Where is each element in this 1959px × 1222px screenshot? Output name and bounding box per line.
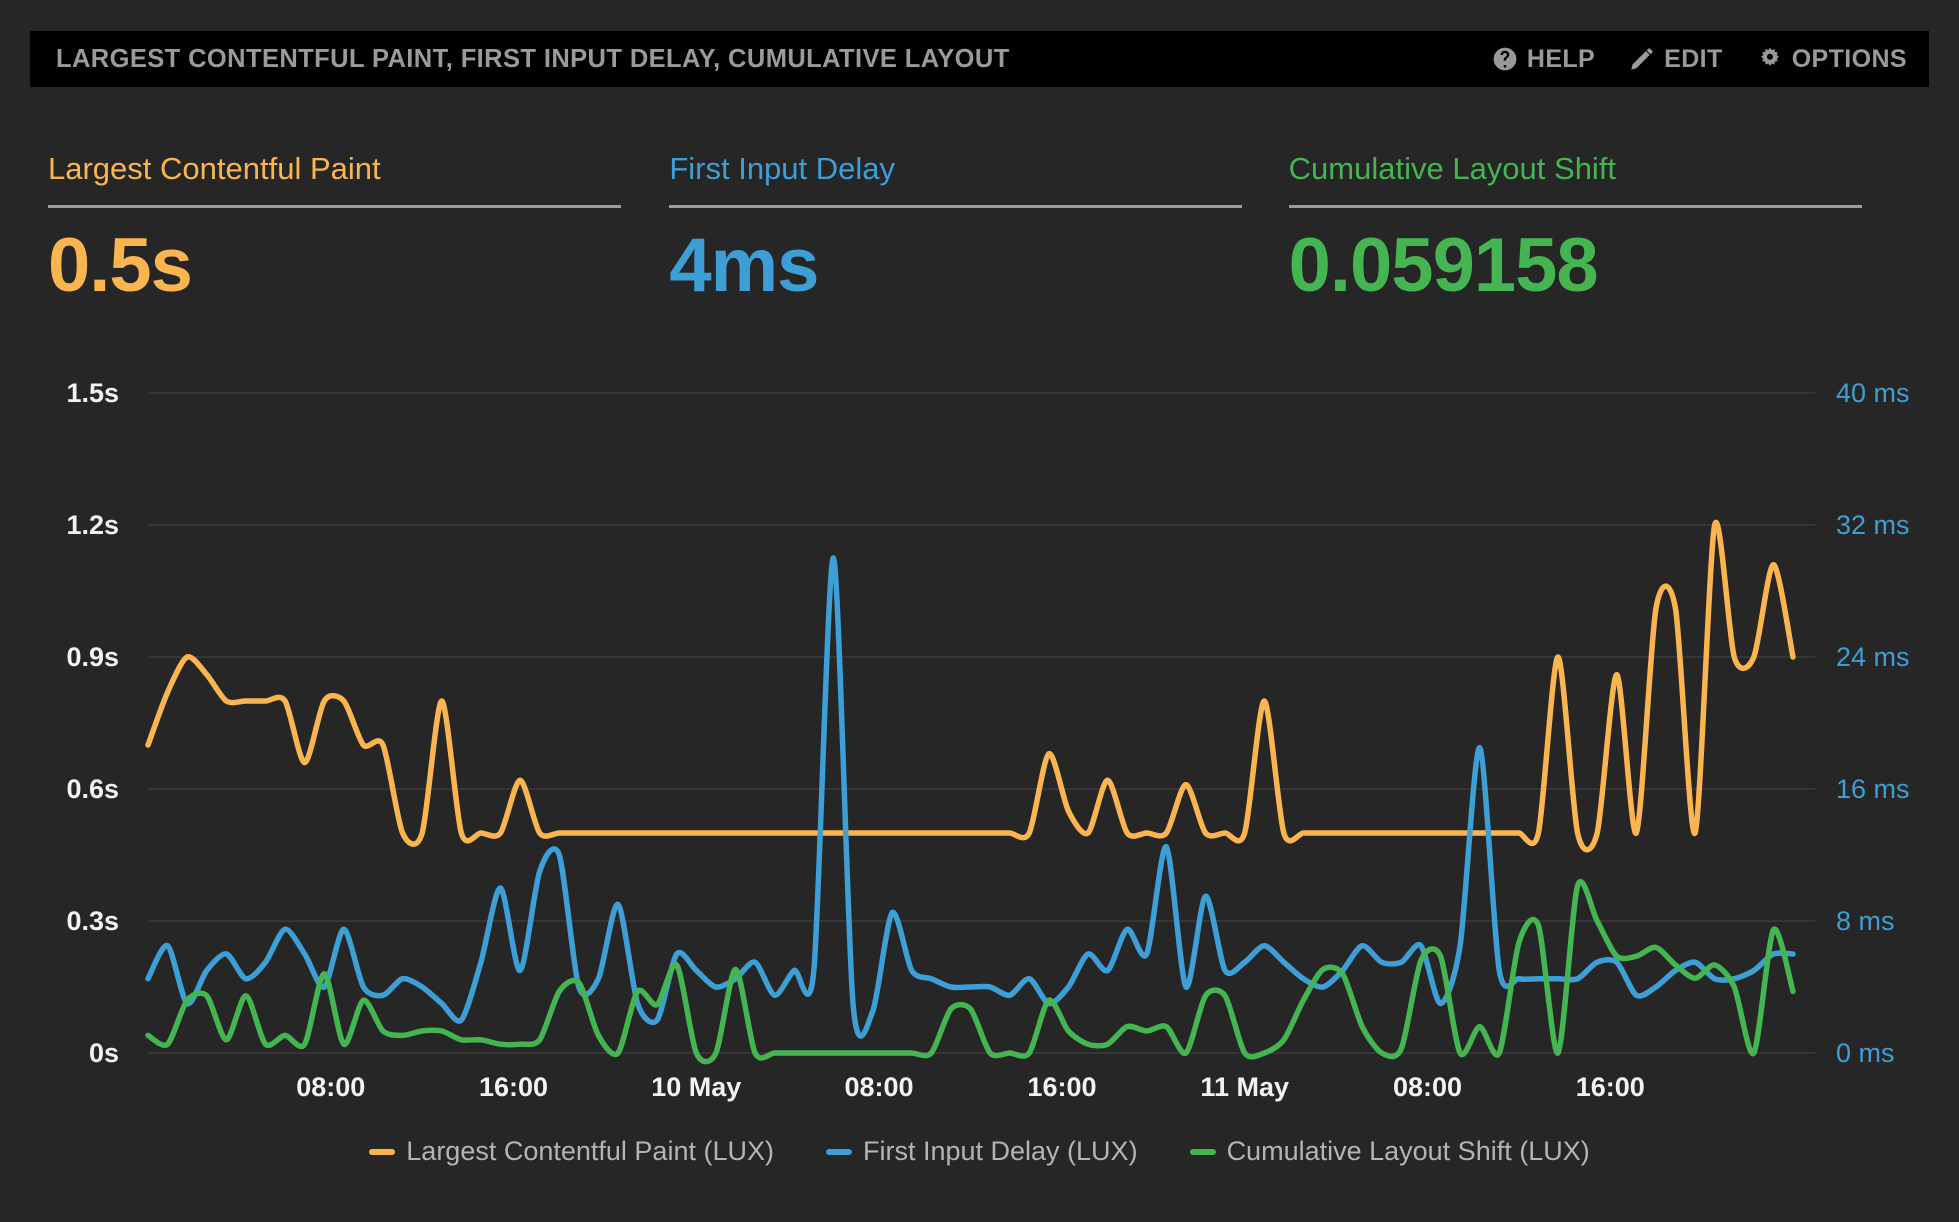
x-axis-tick-label: 16:00 [1027, 1072, 1096, 1102]
left-axis-tick-label: 1.2s [66, 510, 119, 540]
metric-value: 0.059158 [1289, 222, 1908, 309]
gear-icon [1757, 46, 1783, 72]
x-axis-tick-label: 08:00 [1393, 1072, 1462, 1102]
panel-actions: HELP EDIT OPTIONS [1492, 45, 1907, 74]
legend-swatch [826, 1149, 852, 1155]
chart-gridlines [148, 393, 1793, 1053]
edit-label: EDIT [1664, 45, 1723, 74]
edit-button[interactable]: EDIT [1629, 45, 1723, 74]
panel-title: LARGEST CONTENTFUL PAINT, FIRST INPUT DE… [56, 45, 1010, 74]
metric-card-cumulative-layout-shift: Cumulative Layout Shift 0.059158 [1289, 150, 1908, 309]
metric-value: 4ms [669, 222, 1288, 309]
metric-title: First Input Delay [669, 150, 1288, 189]
x-axis-tick-label: 11 May [1200, 1072, 1289, 1102]
right-axis-tick-label: 40 ms [1836, 378, 1910, 408]
metric-divider [1289, 205, 1862, 208]
legend-label: First Input Delay (LUX) [863, 1136, 1138, 1167]
legend-label: Largest Contentful Paint (LUX) [406, 1136, 774, 1167]
metric-card-first-input-delay: First Input Delay 4ms [669, 150, 1288, 309]
metric-value: 0.5s [48, 222, 667, 309]
metric-divider [669, 205, 1242, 208]
left-axis-tick-label: 1.5s [66, 378, 119, 408]
legend-item-cumulative-layout-shift[interactable]: Cumulative Layout Shift (LUX) [1190, 1136, 1590, 1167]
chart-legend: Largest Contentful Paint (LUX) First Inp… [0, 1136, 1959, 1167]
x-axis-tick-label: 08:00 [845, 1072, 914, 1102]
right-axis-tick-label: 32 ms [1836, 510, 1910, 540]
legend-item-first-input-delay[interactable]: First Input Delay (LUX) [826, 1136, 1138, 1167]
x-axis-tick-label: 08:00 [296, 1072, 365, 1102]
chart-series [148, 522, 1793, 1061]
left-axis-tick-label: 0s [89, 1038, 119, 1068]
left-axis-tick-label: 0.9s [66, 642, 119, 672]
right-axis-tick-label: 24 ms [1836, 642, 1910, 672]
legend-item-largest-contentful-paint[interactable]: Largest Contentful Paint (LUX) [369, 1136, 774, 1167]
legend-swatch [1190, 1149, 1216, 1155]
panel-title-bar: LARGEST CONTENTFUL PAINT, FIRST INPUT DE… [30, 31, 1929, 87]
right-axis-tick-label: 0 ms [1836, 1038, 1895, 1068]
metric-title: Cumulative Layout Shift [1289, 150, 1908, 189]
chart-right-axis: 0 ms 8 ms 16 ms 24 ms 32 ms 40 ms [1793, 378, 1910, 1068]
x-axis-tick-label: 16:00 [479, 1072, 548, 1102]
chart-x-axis: 08:00 16:00 10 May 08:00 16:00 11 May 08:00 16:… [296, 1072, 1645, 1102]
series-line-largest-contentful-paint-lux [148, 522, 1793, 849]
x-axis-tick-label: 10 May [651, 1072, 741, 1102]
metric-title: Largest Contentful Paint [48, 150, 667, 189]
series-line-cumulative-layout-shift-lux [148, 882, 1793, 1062]
right-axis-tick-label: 8 ms [1836, 906, 1895, 936]
help-circle-icon [1492, 46, 1518, 72]
left-axis-tick-label: 0.6s [66, 774, 119, 804]
options-label: OPTIONS [1792, 45, 1907, 74]
metric-cards: Largest Contentful Paint 0.5s First Inpu… [48, 150, 1908, 309]
help-label: HELP [1527, 45, 1595, 74]
help-button[interactable]: HELP [1492, 45, 1595, 74]
chart-left-axis: 0s 0.3s 0.6s 0.9s 1.2s 1.5s [66, 378, 119, 1068]
right-axis-tick-label: 16 ms [1836, 774, 1910, 804]
left-axis-tick-label: 0.3s [66, 906, 119, 936]
options-button[interactable]: OPTIONS [1757, 45, 1907, 74]
metric-divider [48, 205, 621, 208]
legend-label: Cumulative Layout Shift (LUX) [1227, 1136, 1590, 1167]
legend-swatch [369, 1149, 395, 1155]
x-axis-tick-label: 16:00 [1576, 1072, 1645, 1102]
pencil-icon [1629, 46, 1655, 72]
series-line-first-input-delay-lux [148, 558, 1793, 1036]
metric-card-largest-contentful-paint: Largest Contentful Paint 0.5s [48, 150, 667, 309]
